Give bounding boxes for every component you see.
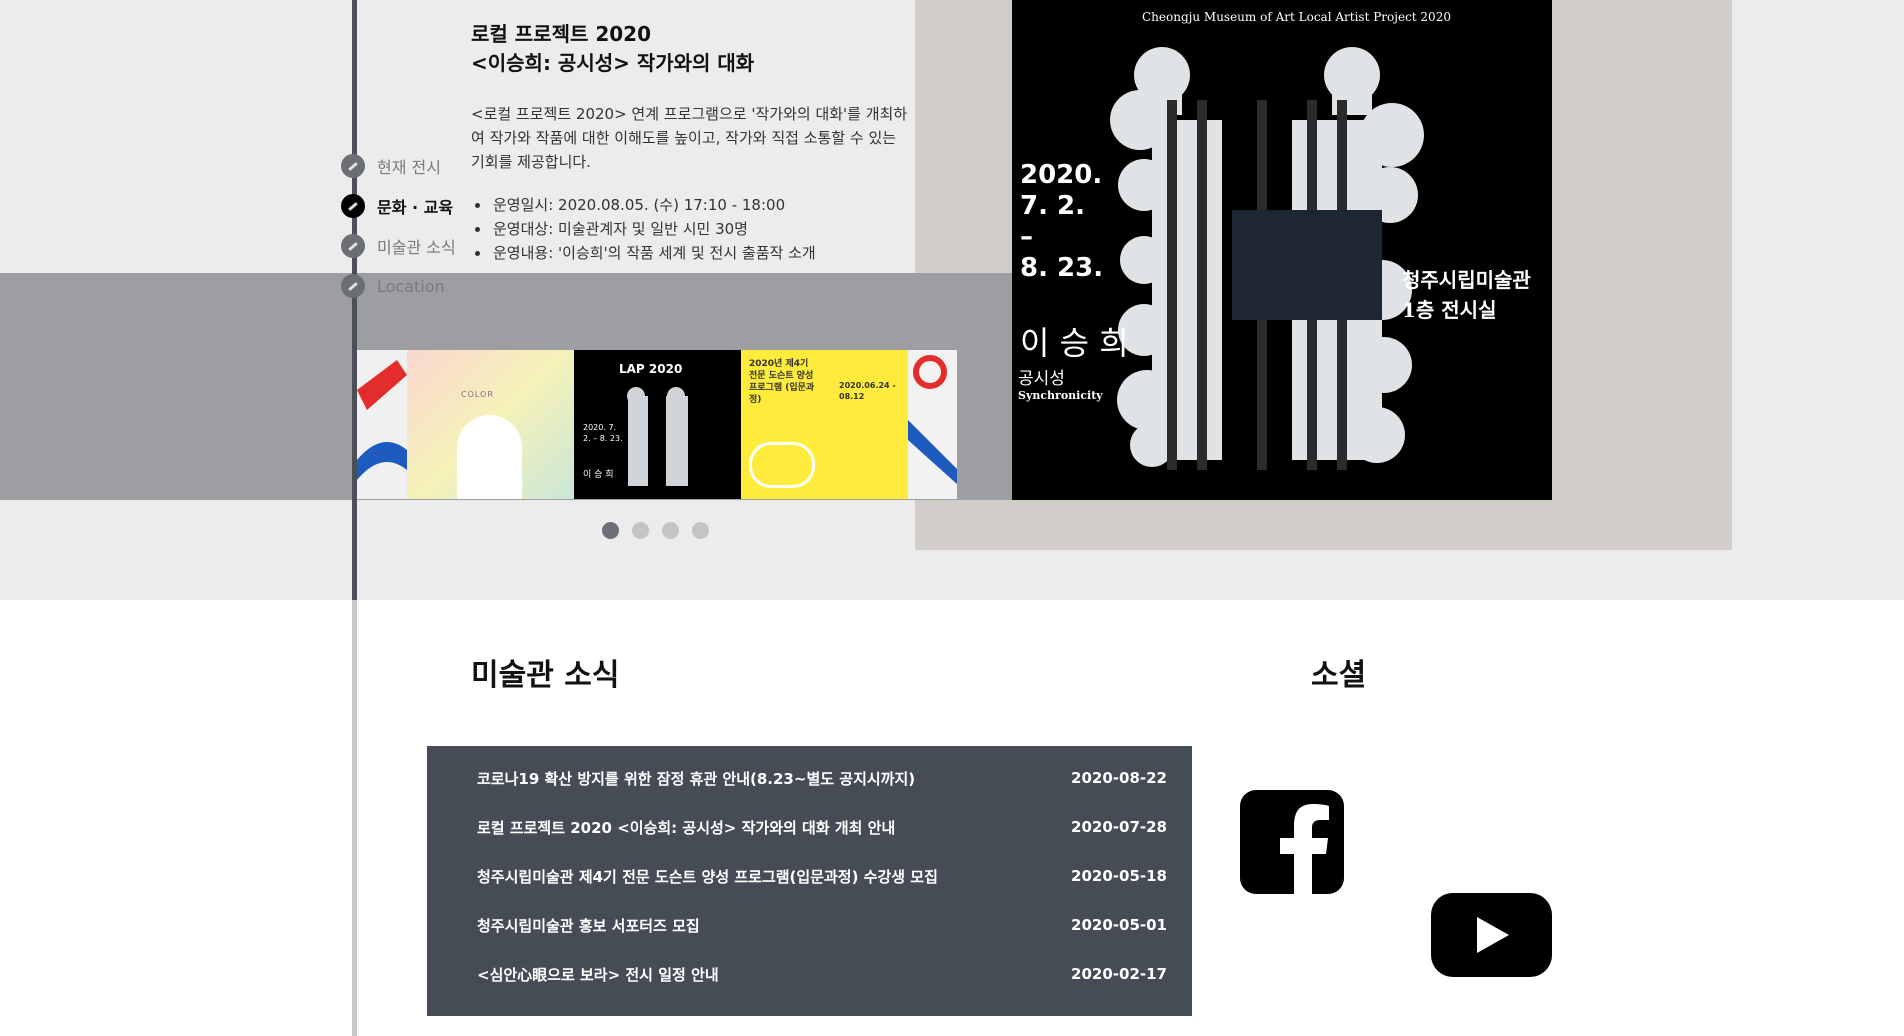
poster-artist: 이 승 희 — [1020, 324, 1129, 362]
news-list: 코로나19 확산 방지를 위한 잠정 휴관 안내(8.23~별도 공지시까지) … — [427, 746, 1192, 1016]
thumbnail-text: COLOR — [461, 390, 494, 399]
thumbnail-text: 이 승 희 — [583, 470, 614, 480]
poster-work-en: Synchronicity — [1018, 389, 1103, 402]
thumbnail-arch-shape — [457, 415, 522, 499]
poster-venue-line1: 청주시립미술관 — [1402, 268, 1531, 292]
thumbnail-color-exhibition[interactable]: COLOR — [407, 350, 574, 499]
social-heading: 소셜 — [1311, 658, 1367, 693]
poster-subtitle: Cheongju Museum of Art Local Artist Proj… — [1142, 10, 1451, 24]
program-description: <로컬 프로젝트 2020> 연계 프로그램으로 '작가와의 대화'를 개최하여… — [471, 105, 908, 171]
news-heading: 미술관 소식 — [471, 658, 620, 693]
side-nav-label: Location — [377, 276, 445, 296]
poster-work-ko: 공시성 — [1018, 369, 1065, 389]
thumbnail-shape — [749, 442, 815, 488]
timeline-line — [352, 0, 357, 600]
news-title[interactable]: 청주시립미술관 홍보 서포터즈 모집 — [477, 915, 700, 936]
slider-dot-4[interactable] — [692, 522, 709, 539]
poster-date-end: 8. 23. — [1020, 253, 1104, 283]
program-title-line2: <이승희: 공시성> 작가와의 대화 — [471, 51, 755, 75]
facebook-icon[interactable] — [1240, 790, 1344, 894]
slider-dot-1[interactable] — [602, 522, 619, 539]
news-date: 2020-08-22 — [1071, 769, 1167, 787]
slider-pagination — [602, 522, 709, 539]
side-nav-culture-education[interactable]: 문화 · 교육 — [341, 192, 453, 220]
news-item[interactable]: 청주시립미술관 홍보 서포터즈 모집 2020-05-01 — [477, 910, 1167, 940]
program-thumbnail-carousel: COLOR LAP 2020 2020. 7. 2. – 8. 23. 이 승 … — [357, 350, 957, 499]
news-item[interactable]: <심안心眼으로 보라> 전시 일정 안내 2020-02-17 — [477, 959, 1167, 989]
program-detail-item: 운영일시: 2020.08.05. (수) 17:10 - 18:00 — [491, 193, 931, 217]
program-details: 운영일시: 2020.08.05. (수) 17:10 - 18:00 운영대상… — [471, 193, 931, 265]
side-nav-museum-news[interactable]: 미술관 소식 — [341, 232, 456, 260]
program-detail-item: 운영대상: 미술관계자 및 일반 시민 30명 — [491, 217, 931, 241]
program-poster: Cheongju Museum of Art Local Artist Proj… — [1012, 0, 1552, 500]
side-nav-location[interactable]: Location — [341, 272, 445, 300]
news-date: 2020-07-28 — [1071, 818, 1167, 836]
side-nav-label: 문화 · 교육 — [377, 198, 454, 217]
news-title[interactable]: <심안心眼으로 보라> 전시 일정 안내 — [477, 964, 719, 985]
side-nav-label: 미술관 소식 — [377, 238, 456, 257]
side-nav-current-exhibition[interactable]: 현재 전시 — [341, 152, 441, 180]
news-item[interactable]: 코로나19 확산 방지를 위한 잠정 휴관 안내(8.23~별도 공지시까지) … — [477, 763, 1167, 793]
thumbnail-text: LAP 2020 — [619, 362, 683, 376]
poster-venue: 청주시립미술관 1층 전시실 — [1402, 265, 1531, 325]
nav-marker-icon — [341, 274, 365, 298]
thumbnail-docent-program[interactable]: 2020년 제4기 전문 도슨트 양성 프로그램 (입문과정) 2020.06.… — [741, 350, 908, 499]
poster-dates: 2020. 7. 2. – 8. 23. — [1020, 160, 1103, 284]
slider-dot-2[interactable] — [632, 522, 649, 539]
poster-venue-line2: 1층 전시실 — [1402, 298, 1497, 322]
news-item[interactable]: 청주시립미술관 제4기 전문 도슨트 양성 프로그램(입문과정) 수강생 모집 … — [477, 861, 1167, 891]
poster-date-start: 7. 2. — [1020, 191, 1085, 221]
thumbnail-text: 2020.06.24 - 08.12 — [839, 381, 896, 401]
slider-dot-3[interactable] — [662, 522, 679, 539]
news-date: 2020-02-17 — [1071, 965, 1167, 983]
poster-date-dash: – — [1020, 222, 1033, 252]
thumbnail-partial-right[interactable] — [908, 350, 957, 499]
thumbnail-partial-left[interactable] — [357, 350, 407, 499]
nav-marker-icon — [341, 154, 365, 178]
news-title[interactable]: 청주시립미술관 제4기 전문 도슨트 양성 프로그램(입문과정) 수강생 모집 — [477, 866, 938, 887]
side-nav-label: 현재 전시 — [377, 158, 441, 177]
news-title[interactable]: 코로나19 확산 방지를 위한 잠정 휴관 안내(8.23~별도 공지시까지) — [477, 768, 915, 789]
nav-marker-icon — [341, 234, 365, 258]
program-detail-item: 운영내용: '이승희'의 작품 세계 및 전시 출품작 소개 — [491, 241, 931, 265]
news-title[interactable]: 로컬 프로젝트 2020 <이승희: 공시성> 작가와의 대화 개최 안내 — [477, 817, 895, 838]
nav-marker-icon — [341, 194, 365, 218]
news-item[interactable]: 로컬 프로젝트 2020 <이승희: 공시성> 작가와의 대화 개최 안내 20… — [477, 812, 1167, 842]
thumbnail-lap-2020[interactable]: LAP 2020 2020. 7. 2. – 8. 23. 이 승 희 — [574, 350, 741, 499]
thumbnail-text: 2020. 7. 2. – 8. 23. — [583, 423, 623, 443]
program-title: 로컬 프로젝트 2020 <이승희: 공시성> 작가와의 대화 — [471, 20, 931, 78]
news-date: 2020-05-01 — [1071, 916, 1167, 934]
thumbnail-text: 2020년 제4기 전문 도슨트 양성 프로그램 (입문과정) — [749, 359, 815, 405]
timeline-line-lower — [352, 600, 357, 1036]
news-date: 2020-05-18 — [1071, 867, 1167, 885]
program-title-line1: 로컬 프로젝트 2020 — [471, 22, 651, 46]
youtube-icon[interactable] — [1431, 893, 1552, 977]
poster-date-start-year: 2020. — [1020, 160, 1103, 190]
